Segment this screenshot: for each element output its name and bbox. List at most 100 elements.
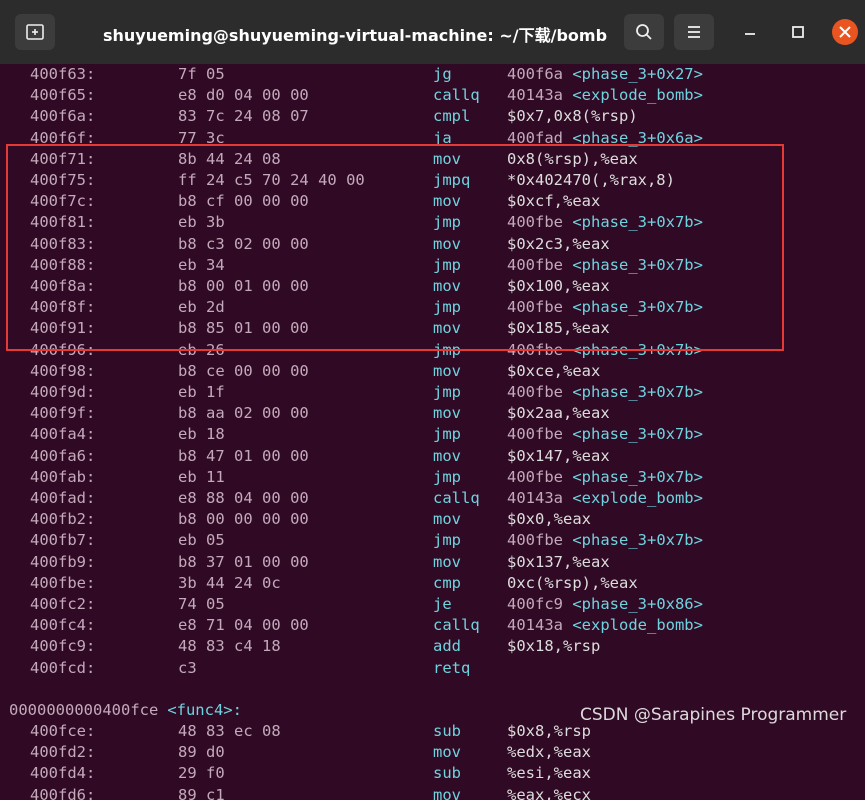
opcode-byte: 18 bbox=[206, 425, 225, 444]
instruction-address: 400fc9: bbox=[30, 637, 96, 656]
instruction-operands: 40143a <explode_bomb> bbox=[507, 86, 703, 105]
instruction-mnemonic: callq bbox=[433, 489, 480, 507]
instruction-address: 400fd2: bbox=[30, 743, 96, 762]
instruction-mnemonic: jg bbox=[433, 65, 452, 83]
disasm-line: 400f65: e8 d0 04 00 00 callq 40143a <explod… bbox=[0, 85, 865, 106]
instruction-mnemonic: mov bbox=[433, 510, 461, 529]
instruction-bytes: 48 83 c4 18 bbox=[178, 636, 281, 657]
search-button[interactable] bbox=[624, 14, 664, 50]
instruction-address: 400fd4: bbox=[30, 764, 96, 783]
opcode-byte: eb bbox=[178, 467, 197, 486]
minimize-icon[interactable] bbox=[738, 20, 762, 44]
opcode-byte: 37 bbox=[206, 552, 225, 571]
func4-label: <func4>: bbox=[167, 701, 242, 719]
disasm-line: 400fb7: eb 05 jmp 400fbe <phase_3+0x7b> bbox=[0, 530, 865, 551]
instruction-operands: 0xc(%rsp),%eax bbox=[507, 573, 638, 592]
instruction-bytes: 29 f0 bbox=[178, 763, 225, 784]
opcode-byte: aa bbox=[206, 404, 225, 423]
instruction-operands: $0x18,%rsp bbox=[507, 637, 601, 656]
instruction-mnemonic: callq bbox=[433, 86, 480, 105]
disasm-line: 400fb2: b8 00 00 00 00 mov $0x0,%eax bbox=[0, 509, 865, 530]
disasm-line: 400fc9: 48 83 c4 18 add $0x18,%rsp bbox=[0, 636, 865, 657]
instruction-address: 400f98: bbox=[30, 361, 96, 380]
opcode-byte: 00 bbox=[206, 510, 225, 529]
watermark: CSDN @Sarapines Programmer bbox=[580, 705, 847, 725]
instruction-mnemonic: callq bbox=[433, 616, 480, 635]
instruction-address: 400f6a: bbox=[30, 107, 96, 126]
instruction-operands: 40143a <explode_bomb> bbox=[507, 489, 703, 507]
opcode-byte: c3 bbox=[178, 658, 197, 677]
close-button[interactable] bbox=[832, 19, 858, 45]
opcode-byte: 00 bbox=[262, 616, 281, 635]
instruction-bytes: 74 05 bbox=[178, 594, 225, 615]
opcode-byte: e8 bbox=[178, 489, 197, 507]
func4-header: 0000000000400fce <func4>: bbox=[9, 700, 242, 721]
new-tab-icon bbox=[26, 24, 44, 40]
func4-address: 0000000000400fce bbox=[9, 701, 159, 719]
disasm-line: 400fa4: eb 18 jmp 400fbe <phase_3+0x7b> bbox=[0, 424, 865, 445]
opcode-byte: 89 bbox=[178, 785, 197, 800]
opcode-byte: 24 bbox=[234, 573, 253, 592]
opcode-byte: e8 bbox=[178, 616, 197, 635]
opcode-byte: 00 bbox=[262, 361, 281, 380]
opcode-byte: 00 bbox=[290, 404, 309, 423]
opcode-byte: 48 bbox=[178, 637, 197, 656]
instruction-address: 400fc2: bbox=[30, 595, 96, 613]
opcode-byte: 00 bbox=[290, 489, 309, 507]
disasm-line: 400f63: 7f 05 jg 400f6a <phase_3+0x27> bbox=[0, 64, 865, 85]
instruction-mnemonic: sub bbox=[433, 764, 461, 783]
opcode-byte: 00 bbox=[262, 510, 281, 529]
window-title: shuyueming@shuyueming-virtual-machine: ~… bbox=[102, 26, 608, 45]
instruction-address: 400fab: bbox=[30, 467, 96, 486]
instruction-bytes: b8 aa 02 00 00 bbox=[178, 403, 309, 424]
opcode-byte: 83 bbox=[206, 722, 225, 740]
opcode-byte: 11 bbox=[206, 467, 225, 486]
disasm-line: 400fd2: 89 d0 mov %edx,%eax bbox=[0, 742, 865, 763]
instruction-address: 400fd6: bbox=[30, 785, 96, 800]
opcode-byte: 83 bbox=[178, 107, 197, 126]
instruction-bytes: b8 47 01 00 00 bbox=[178, 446, 309, 467]
opcode-byte: 24 bbox=[234, 107, 253, 126]
opcode-byte: 04 bbox=[234, 489, 253, 507]
opcode-byte: 47 bbox=[206, 446, 225, 465]
opcode-byte: e8 bbox=[178, 86, 197, 105]
terminal-output[interactable]: 400f63: 7f 05 jg 400f6a <phase_3+0x27> 400f6… bbox=[0, 64, 865, 800]
disasm-line: 400fd6: 89 c1 mov %eax,%ecx bbox=[0, 785, 865, 800]
opcode-byte: 7c bbox=[206, 107, 225, 126]
opcode-byte: eb bbox=[178, 425, 197, 444]
opcode-byte: 08 bbox=[262, 107, 281, 126]
opcode-byte: 01 bbox=[234, 552, 253, 571]
instruction-mnemonic: mov bbox=[433, 743, 461, 762]
instruction-bytes: 89 c1 bbox=[178, 785, 225, 800]
opcode-byte: 00 bbox=[290, 361, 309, 380]
opcode-byte: f0 bbox=[206, 764, 225, 783]
disasm-line: 400f98: b8 ce 00 00 00 mov $0xce,%eax bbox=[0, 361, 865, 382]
instruction-operands: %edx,%eax bbox=[507, 743, 591, 762]
instruction-address: 400f9d: bbox=[30, 383, 96, 401]
instruction-bytes: c3 bbox=[178, 658, 197, 679]
opcode-byte: 48 bbox=[178, 722, 197, 740]
opcode-byte: 1f bbox=[206, 383, 225, 401]
maximize-icon[interactable] bbox=[786, 20, 810, 44]
opcode-byte: 00 bbox=[290, 616, 309, 635]
new-tab-button[interactable] bbox=[15, 14, 55, 50]
instruction-operands: 400fc9 <phase_3+0x86> bbox=[507, 595, 703, 613]
instruction-address: 400f65: bbox=[30, 86, 96, 105]
disasm-line: 400fad: e8 88 04 00 00 callq 40143a <explod… bbox=[0, 488, 865, 509]
instruction-operands: $0x8,%rsp bbox=[507, 722, 591, 740]
instruction-operands: 400fbe <phase_3+0x7b> bbox=[507, 467, 703, 486]
disasm-line: 400fd4: 29 f0 sub %esi,%eax bbox=[0, 763, 865, 784]
opcode-byte: b8 bbox=[178, 446, 197, 465]
instruction-operands: 40143a <explode_bomb> bbox=[507, 616, 703, 635]
instruction-bytes: eb 18 bbox=[178, 424, 225, 445]
instruction-bytes: eb 11 bbox=[178, 467, 225, 488]
menu-button[interactable] bbox=[674, 14, 714, 50]
title-bar: shuyueming@shuyueming-virtual-machine: ~… bbox=[0, 0, 865, 65]
instruction-mnemonic: mov bbox=[433, 785, 461, 800]
opcode-byte: 00 bbox=[262, 552, 281, 571]
opcode-byte: 88 bbox=[206, 489, 225, 507]
close-icon bbox=[839, 26, 851, 38]
opcode-byte: 04 bbox=[234, 86, 253, 105]
opcode-byte: ce bbox=[206, 361, 225, 380]
opcode-byte: b8 bbox=[178, 510, 197, 529]
